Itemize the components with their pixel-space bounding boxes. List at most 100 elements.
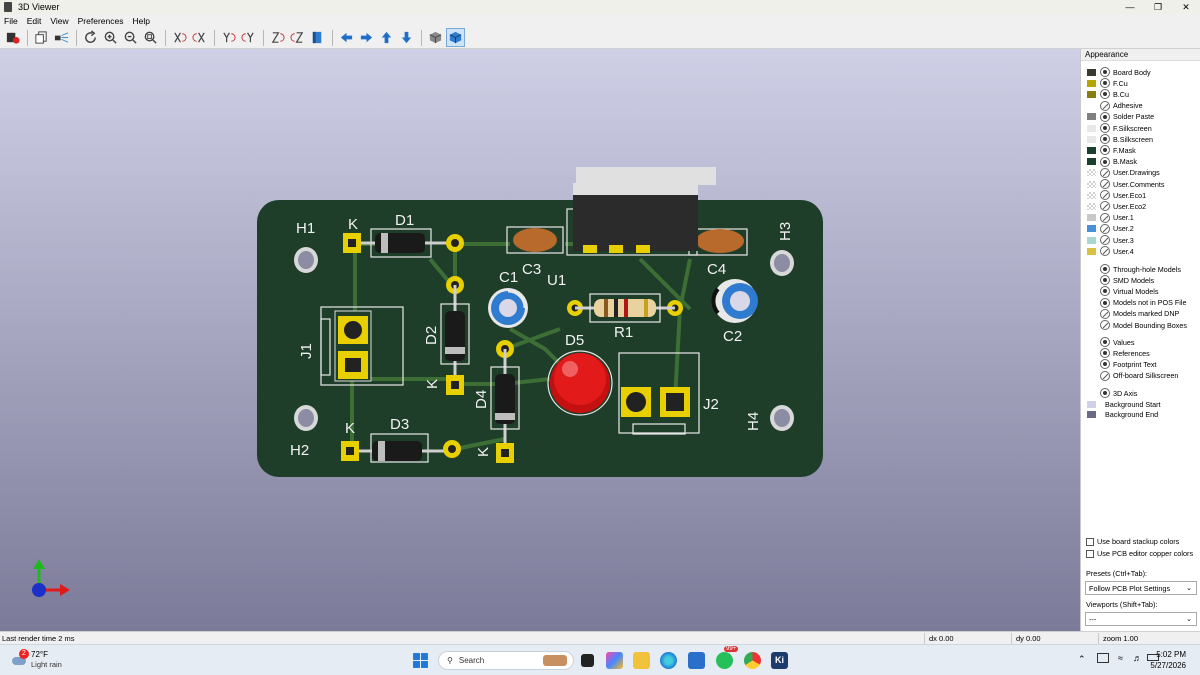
menu-help[interactable]: Help (132, 16, 149, 26)
layer-row[interactable]: Models not in POS File (1087, 297, 1187, 308)
eye-icon[interactable] (1100, 67, 1110, 77)
eye-slash-icon[interactable] (1100, 320, 1110, 330)
layer-row[interactable]: Board Body (1087, 67, 1151, 77)
layer-row[interactable]: F.Cu (1087, 78, 1128, 89)
eye-slash-icon[interactable] (1100, 201, 1110, 212)
microsoft-store-icon[interactable] (688, 652, 705, 669)
layer-row[interactable]: B.Silkscreen (1087, 134, 1153, 145)
viewports-dropdown[interactable]: --- ⌄ (1085, 612, 1197, 626)
color-swatch[interactable] (1087, 79, 1096, 87)
color-swatch[interactable] (1087, 400, 1096, 408)
eye-icon[interactable] (1100, 111, 1110, 122)
rotate-z-ccw-button[interactable] (288, 28, 307, 47)
wifi-icon[interactable]: ≈ (1118, 653, 1123, 663)
zoom-fit-button[interactable] (141, 28, 160, 47)
color-swatch[interactable] (1087, 372, 1096, 379)
layer-row[interactable]: 3D Axis (1087, 388, 1137, 398)
system-clock[interactable]: 5:02 PM 5/27/2026 (1150, 649, 1186, 671)
eye-icon[interactable] (1100, 286, 1110, 297)
eye-slash-icon[interactable] (1100, 167, 1110, 178)
eye-icon[interactable] (1100, 123, 1110, 133)
kicad-icon[interactable]: Ki (771, 652, 788, 669)
rotate-y-ccw-button[interactable] (239, 28, 258, 47)
menu-preferences[interactable]: Preferences (78, 16, 124, 26)
layer-row[interactable]: Model Bounding Boxes (1087, 320, 1187, 330)
whatsapp-icon[interactable]: 99+ (716, 646, 739, 669)
volume-icon[interactable]: ♬ (1133, 653, 1142, 663)
layer-row[interactable]: User.Comments (1087, 179, 1165, 189)
eye-icon[interactable] (1100, 275, 1110, 286)
eye-icon[interactable] (1100, 297, 1110, 308)
layer-row[interactable]: SMD Models (1087, 275, 1154, 286)
weather-widget[interactable]: 2 72°F Light rain (10, 649, 62, 670)
color-swatch[interactable] (1087, 68, 1096, 76)
use-stackup-checkbox[interactable]: Use board stackup colors (1086, 536, 1179, 547)
color-swatch[interactable] (1087, 214, 1096, 222)
color-swatch[interactable] (1087, 390, 1096, 397)
color-swatch[interactable] (1087, 310, 1096, 317)
eye-slash-icon[interactable] (1100, 212, 1110, 223)
color-swatch[interactable] (1087, 146, 1096, 154)
color-swatch[interactable] (1087, 124, 1096, 132)
menu-file[interactable]: File (4, 16, 18, 26)
eye-slash-icon[interactable] (1100, 308, 1110, 319)
use-pcb-copper-checkbox[interactable]: Use PCB editor copper colors (1086, 548, 1193, 559)
menu-view[interactable]: View (50, 16, 68, 26)
color-swatch[interactable] (1087, 158, 1096, 166)
layer-row[interactable]: Solder Paste (1087, 111, 1154, 122)
color-swatch[interactable] (1087, 202, 1096, 210)
eye-icon[interactable] (1100, 359, 1110, 370)
color-swatch[interactable] (1087, 135, 1096, 143)
minimize-button[interactable]: — (1116, 0, 1144, 14)
zoom-out-button[interactable] (121, 28, 140, 47)
color-swatch[interactable] (1087, 191, 1096, 199)
color-swatch[interactable] (1087, 247, 1096, 255)
maximize-button[interactable]: ❐ (1144, 0, 1172, 14)
color-swatch[interactable] (1087, 102, 1096, 109)
layer-row[interactable]: Models marked DNP (1087, 308, 1179, 319)
move-up-button[interactable] (377, 28, 396, 47)
eye-slash-icon[interactable] (1100, 100, 1110, 111)
eye-icon[interactable] (1100, 145, 1110, 156)
layer-row[interactable]: F.Mask (1087, 145, 1136, 156)
taskbar-search[interactable]: ⚲ Search (438, 651, 574, 670)
rotate-x-ccw-button[interactable] (190, 28, 209, 47)
orthographic-button[interactable] (426, 28, 445, 47)
render-raytracing-button[interactable] (3, 28, 22, 47)
color-swatch[interactable] (1087, 236, 1096, 244)
layer-row[interactable]: Through-hole Models (1087, 264, 1181, 274)
checkbox[interactable] (1086, 537, 1094, 546)
layer-row[interactable]: F.Silkscreen (1087, 123, 1152, 133)
move-down-button[interactable] (397, 28, 416, 47)
rotate-z-cw-button[interactable] (268, 28, 287, 47)
reload-button[interactable] (81, 28, 100, 47)
layer-row[interactable]: User.1 (1087, 212, 1134, 223)
layer-row[interactable]: User.Eco2 (1087, 201, 1146, 212)
eye-icon[interactable] (1100, 337, 1110, 347)
color-swatch[interactable] (1087, 180, 1096, 188)
flip-board-button[interactable] (308, 28, 327, 47)
eye-slash-icon[interactable] (1100, 179, 1110, 189)
layer-row[interactable]: Background Start (1087, 399, 1161, 409)
color-swatch[interactable] (1087, 411, 1096, 418)
eye-icon[interactable] (1100, 78, 1110, 89)
layer-row[interactable]: Values (1087, 337, 1134, 347)
layer-row[interactable]: User.4 (1087, 246, 1134, 257)
windows-start-icon[interactable] (412, 652, 429, 669)
color-swatch[interactable] (1087, 288, 1096, 295)
layer-row[interactable]: User.2 (1087, 223, 1134, 234)
rotate-y-cw-button[interactable] (219, 28, 238, 47)
chrome-icon[interactable] (744, 652, 761, 669)
layer-row[interactable]: Virtual Models (1087, 286, 1158, 297)
eye-slash-icon[interactable] (1100, 223, 1110, 234)
color-swatch[interactable] (1087, 90, 1096, 98)
layer-row[interactable]: Adhesive (1087, 100, 1143, 111)
layer-row[interactable]: B.Mask (1087, 156, 1137, 167)
eye-icon[interactable] (1100, 388, 1110, 398)
display-icon[interactable] (1097, 653, 1109, 663)
eye-icon[interactable] (1100, 156, 1110, 167)
color-swatch[interactable] (1087, 350, 1096, 357)
eye-icon[interactable] (1100, 134, 1110, 145)
eye-icon[interactable] (1100, 264, 1110, 274)
move-left-button[interactable] (337, 28, 356, 47)
